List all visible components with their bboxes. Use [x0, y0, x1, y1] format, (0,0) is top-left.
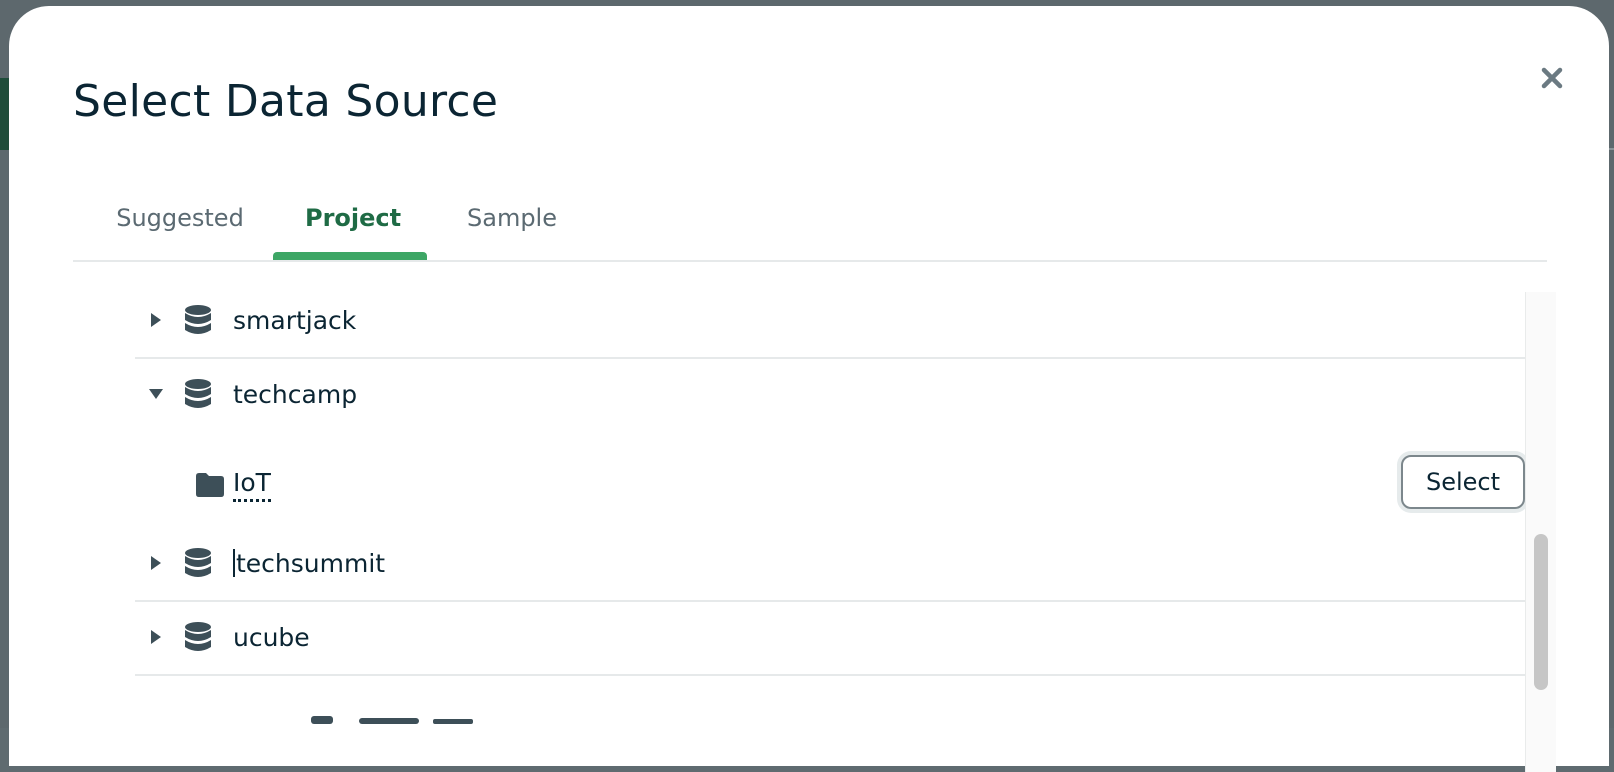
caret-right-icon[interactable]	[141, 305, 171, 335]
close-icon	[1541, 67, 1563, 89]
database-row-techcamp[interactable]: techcamp	[135, 357, 1525, 431]
database-row-smartjack[interactable]: smartjack	[135, 283, 1525, 359]
tab-label: Project	[305, 204, 402, 232]
collection-row-iot[interactable]: IoT Select	[135, 441, 1525, 529]
database-row-techsummit[interactable]: techsummit	[135, 526, 1525, 602]
tab-label: Sample	[467, 204, 557, 232]
collection-name: IoT	[233, 468, 271, 502]
active-tab-indicator	[273, 252, 427, 260]
database-icon	[183, 620, 213, 654]
database-name: techsummit	[236, 548, 386, 578]
tab-project[interactable]: Project	[273, 204, 427, 260]
database-name: techcamp	[233, 379, 358, 409]
dialog-title: Select Data Source	[73, 76, 499, 127]
database-row-ucube[interactable]: ucube	[135, 600, 1525, 676]
text-cursor	[233, 548, 235, 577]
caret-down-icon[interactable]	[141, 379, 171, 409]
database-icon	[183, 546, 213, 580]
database-icon	[183, 377, 213, 411]
scrollbar-thumb[interactable]	[1534, 534, 1548, 690]
tab-sample[interactable]: Sample	[465, 204, 559, 260]
database-name: ucube	[233, 622, 310, 652]
list-scrollbar[interactable]	[1525, 292, 1556, 772]
tab-label: Suggested	[116, 204, 244, 232]
next-row-fragment	[255, 710, 515, 724]
folder-icon	[195, 472, 225, 498]
select-collection-button[interactable]: Select	[1401, 455, 1525, 509]
tab-suggested[interactable]: Suggested	[115, 204, 245, 260]
select-data-source-dialog: Select Data Source Suggested Project Sam…	[9, 6, 1609, 772]
source-tabs: Suggested Project Sample	[73, 186, 1547, 262]
database-icon	[183, 303, 213, 337]
database-name: smartjack	[233, 305, 357, 335]
database-name-wrapper: techsummit	[233, 548, 386, 578]
caret-right-icon[interactable]	[141, 622, 171, 652]
close-button[interactable]	[1534, 60, 1570, 96]
caret-right-icon[interactable]	[141, 548, 171, 578]
database-list: smartjack techcamp IoT Select techsummit…	[135, 292, 1553, 772]
